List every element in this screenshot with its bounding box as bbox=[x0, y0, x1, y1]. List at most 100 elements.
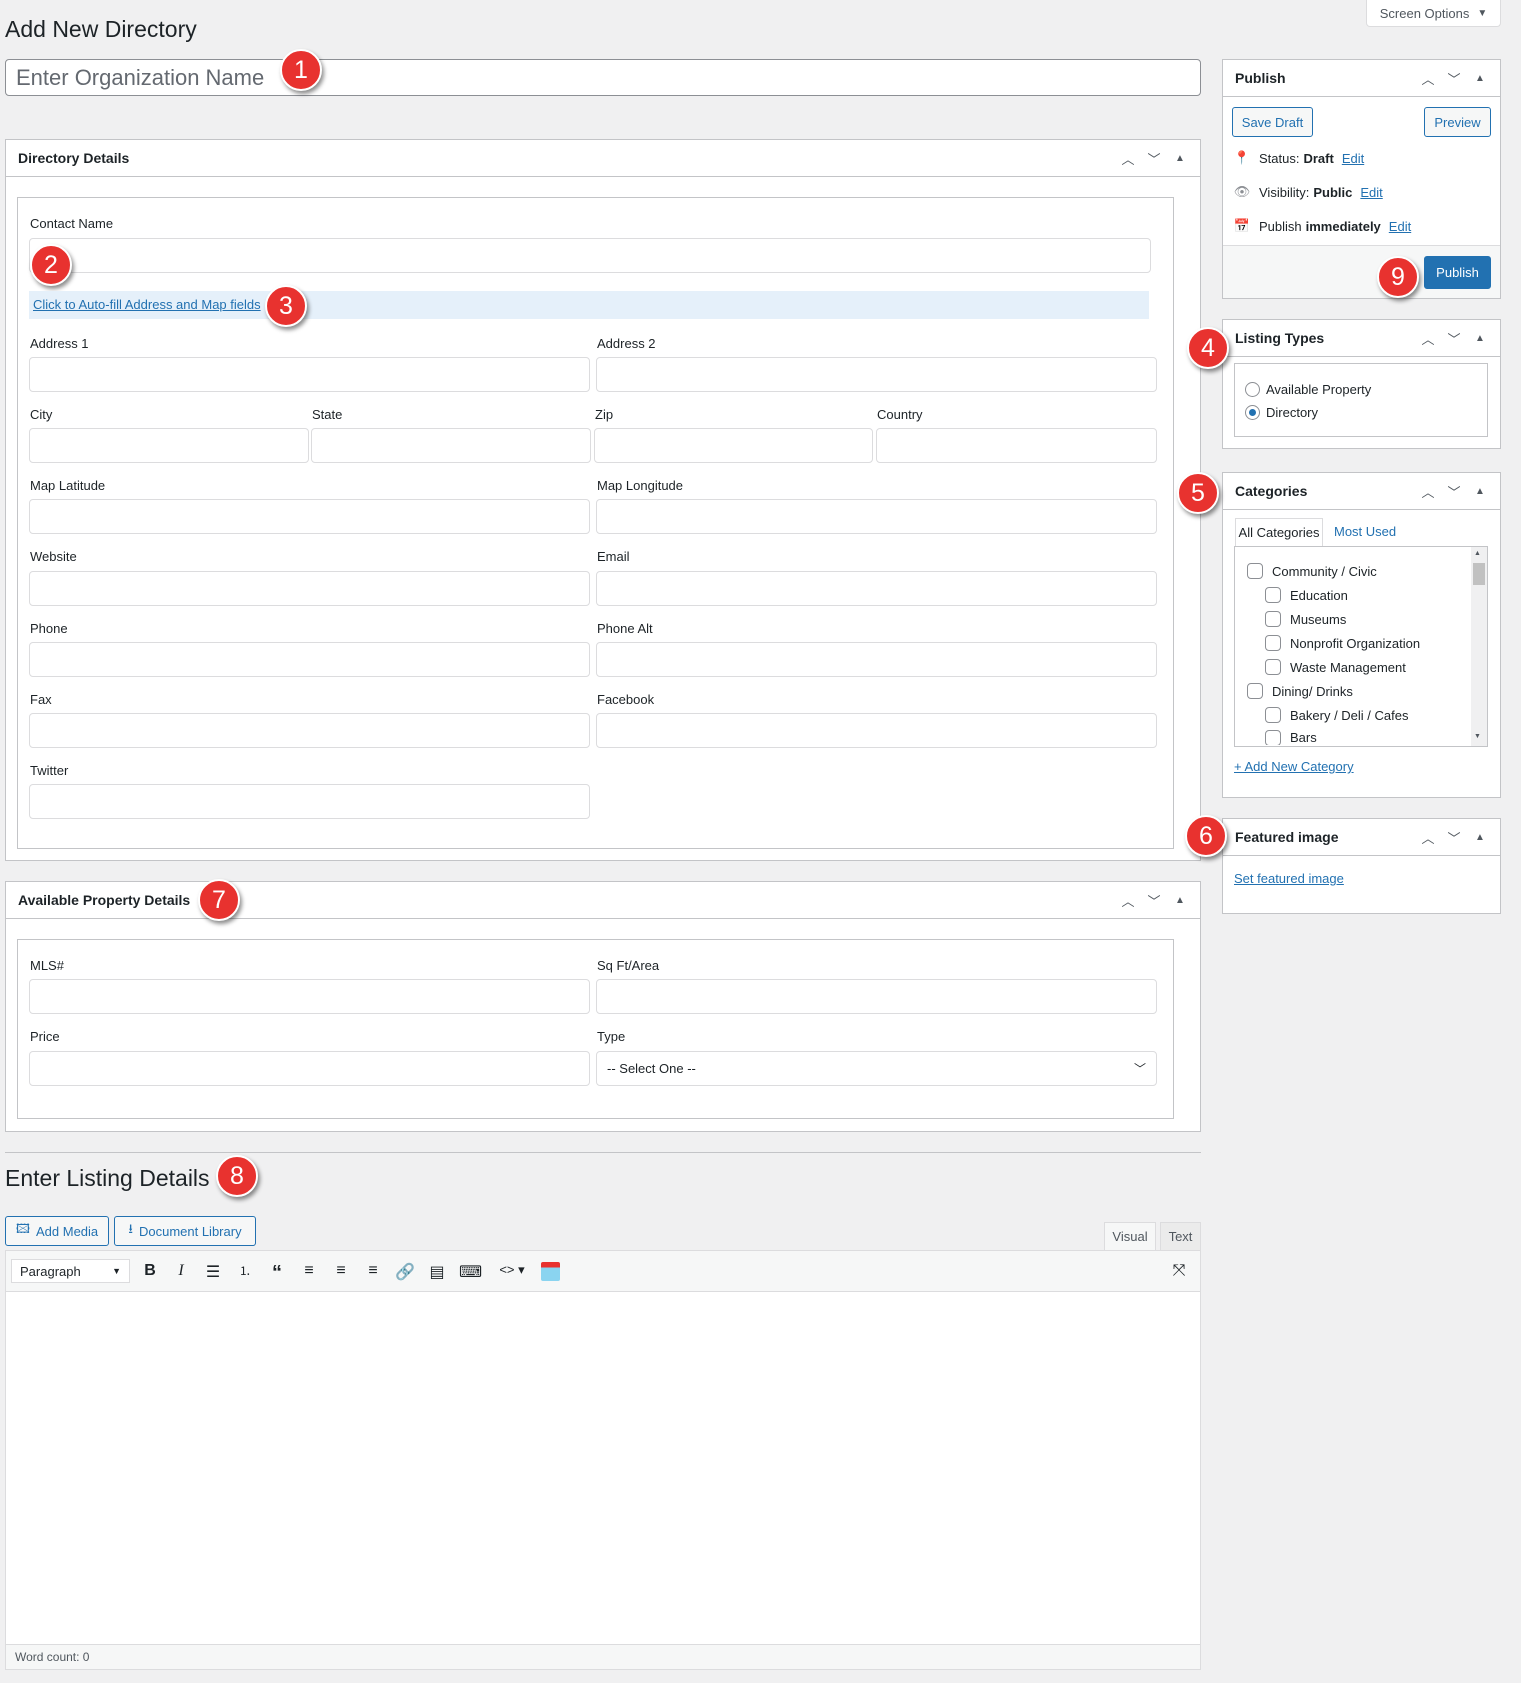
category-item[interactable]: Waste Management bbox=[1265, 659, 1406, 675]
category-item[interactable]: Bars bbox=[1265, 730, 1317, 745]
checkbox[interactable] bbox=[1247, 683, 1263, 699]
toggle-panel-icon[interactable]: ▲ bbox=[1472, 333, 1488, 344]
website-field[interactable] bbox=[29, 571, 590, 606]
city-field[interactable] bbox=[29, 428, 309, 463]
annotation-badge-4: 4 bbox=[1187, 327, 1229, 369]
fullscreen-icon[interactable]: ⤧ bbox=[1169, 1262, 1189, 1280]
checkbox[interactable] bbox=[1265, 611, 1281, 627]
table-icon[interactable] bbox=[541, 1262, 560, 1281]
toolbar-toggle-icon[interactable]: ⌨ bbox=[459, 1262, 482, 1282]
category-item[interactable]: Dining/ Drinks bbox=[1247, 683, 1353, 699]
move-up-icon[interactable]: ︿ bbox=[1420, 329, 1436, 348]
toggle-panel-icon[interactable]: ▲ bbox=[1172, 153, 1188, 164]
mls-field[interactable] bbox=[29, 979, 590, 1014]
contact-name-field[interactable] bbox=[29, 238, 1151, 273]
category-item[interactable]: Community / Civic bbox=[1247, 563, 1377, 579]
checkbox[interactable] bbox=[1265, 635, 1281, 651]
state-field[interactable] bbox=[311, 428, 591, 463]
move-down-icon[interactable]: ﹀ bbox=[1446, 329, 1462, 348]
publish-button[interactable]: Publish bbox=[1424, 256, 1491, 289]
categories-scrollbar[interactable]: ▲ ▼ bbox=[1471, 547, 1487, 746]
scrollbar-thumb[interactable] bbox=[1473, 563, 1485, 585]
move-down-icon[interactable]: ﹀ bbox=[1446, 69, 1462, 88]
preview-button[interactable]: Preview bbox=[1424, 107, 1491, 137]
phone-alt-field[interactable] bbox=[596, 642, 1157, 677]
italic-icon[interactable]: I bbox=[171, 1262, 191, 1280]
format-select[interactable]: Paragraph ▼ bbox=[11, 1259, 130, 1283]
category-item[interactable]: Education bbox=[1265, 587, 1348, 603]
scroll-down-icon[interactable]: ▼ bbox=[1474, 733, 1481, 740]
tab-all-categories[interactable]: All Categories bbox=[1235, 518, 1323, 546]
fax-field[interactable] bbox=[29, 713, 590, 748]
radio-button-checked[interactable] bbox=[1245, 405, 1260, 420]
tab-most-used[interactable]: Most Used bbox=[1334, 524, 1396, 539]
toggle-panel-icon[interactable]: ▲ bbox=[1472, 832, 1488, 843]
move-down-icon[interactable]: ﹀ bbox=[1146, 891, 1162, 910]
category-item[interactable]: Bakery / Deli / Cafes bbox=[1265, 707, 1409, 723]
bullet-list-icon[interactable]: ☰ bbox=[203, 1262, 223, 1282]
address1-field[interactable] bbox=[29, 357, 590, 392]
category-item[interactable]: Museums bbox=[1265, 611, 1346, 627]
move-down-icon[interactable]: ﹀ bbox=[1446, 482, 1462, 501]
tab-text[interactable]: Text bbox=[1160, 1222, 1201, 1250]
add-media-button[interactable]: 🖾 Add Media bbox=[5, 1216, 109, 1246]
align-center-icon[interactable]: ≡ bbox=[331, 1262, 351, 1280]
category-item[interactable]: Nonprofit Organization bbox=[1265, 635, 1420, 651]
address2-field[interactable] bbox=[596, 357, 1157, 392]
move-up-icon[interactable]: ︿ bbox=[1420, 828, 1436, 847]
align-left-icon[interactable]: ≡ bbox=[299, 1262, 319, 1280]
code-icon[interactable]: <> ▾ bbox=[492, 1262, 532, 1278]
move-up-icon[interactable]: ︿ bbox=[1420, 69, 1436, 88]
price-field[interactable] bbox=[29, 1051, 590, 1086]
listing-type-available-property[interactable]: Available Property bbox=[1245, 382, 1371, 397]
sqft-field[interactable] bbox=[596, 979, 1157, 1014]
toggle-panel-icon[interactable]: ▲ bbox=[1472, 486, 1488, 497]
move-down-icon[interactable]: ﹀ bbox=[1146, 149, 1162, 168]
status-edit-link[interactable]: Edit bbox=[1342, 151, 1364, 166]
bold-icon[interactable]: B bbox=[140, 1262, 160, 1280]
visibility-edit-link[interactable]: Edit bbox=[1360, 185, 1382, 200]
autofill-address-link[interactable]: Click to Auto-fill Address and Map field… bbox=[33, 297, 261, 312]
link-icon[interactable]: 🔗 bbox=[395, 1262, 415, 1282]
toggle-panel-icon[interactable]: ▲ bbox=[1472, 73, 1488, 84]
phone-field[interactable] bbox=[29, 642, 590, 677]
radio-button[interactable] bbox=[1245, 382, 1260, 397]
tab-visual[interactable]: Visual bbox=[1104, 1222, 1156, 1250]
schedule-edit-link[interactable]: Edit bbox=[1389, 219, 1411, 234]
move-up-icon[interactable]: ︿ bbox=[1420, 482, 1436, 501]
annotation-badge-9: 9 bbox=[1377, 256, 1419, 298]
save-draft-button[interactable]: Save Draft bbox=[1232, 107, 1313, 137]
document-library-button[interactable]: ⭳ Document Library bbox=[114, 1216, 256, 1246]
checkbox[interactable] bbox=[1265, 659, 1281, 675]
move-down-icon[interactable]: ﹀ bbox=[1446, 828, 1462, 847]
checkbox[interactable] bbox=[1265, 730, 1281, 745]
move-up-icon[interactable]: ︿ bbox=[1120, 891, 1136, 910]
checkbox[interactable] bbox=[1247, 563, 1263, 579]
listing-type-directory[interactable]: Directory bbox=[1245, 405, 1318, 420]
tab-text-label: Text bbox=[1168, 1229, 1193, 1244]
blockquote-icon[interactable]: “ bbox=[267, 1262, 287, 1285]
zip-field[interactable] bbox=[594, 428, 873, 463]
checkbox[interactable] bbox=[1265, 587, 1281, 603]
screen-options-button[interactable]: Screen Options ▼ bbox=[1366, 0, 1501, 27]
facebook-field[interactable] bbox=[596, 713, 1157, 748]
move-up-icon[interactable]: ︿ bbox=[1120, 149, 1136, 168]
save-draft-label: Save Draft bbox=[1241, 114, 1304, 130]
scroll-up-icon[interactable]: ▲ bbox=[1474, 550, 1481, 557]
type-select[interactable]: -- Select One -- ﹀ bbox=[596, 1051, 1157, 1086]
align-right-icon[interactable]: ≡ bbox=[363, 1262, 383, 1280]
set-featured-image-link[interactable]: Set featured image bbox=[1234, 871, 1344, 886]
map-longitude-field[interactable] bbox=[596, 499, 1157, 534]
map-latitude-field[interactable] bbox=[29, 499, 590, 534]
twitter-field[interactable] bbox=[29, 784, 590, 819]
read-more-icon[interactable]: ▤ bbox=[427, 1262, 447, 1282]
publish-header: Publish ︿ ﹀ ▲ bbox=[1223, 60, 1500, 97]
add-new-category-link[interactable]: + Add New Category bbox=[1234, 759, 1354, 774]
toggle-panel-icon[interactable]: ▲ bbox=[1172, 895, 1188, 906]
email-field[interactable] bbox=[596, 571, 1157, 606]
checkbox[interactable] bbox=[1265, 707, 1281, 723]
visibility-row: 👁 Visibility: Public Edit bbox=[1233, 184, 1383, 200]
numbered-list-icon[interactable]: ⒈ bbox=[235, 1262, 255, 1279]
organization-name-input[interactable] bbox=[5, 59, 1201, 96]
country-field[interactable] bbox=[876, 428, 1157, 463]
